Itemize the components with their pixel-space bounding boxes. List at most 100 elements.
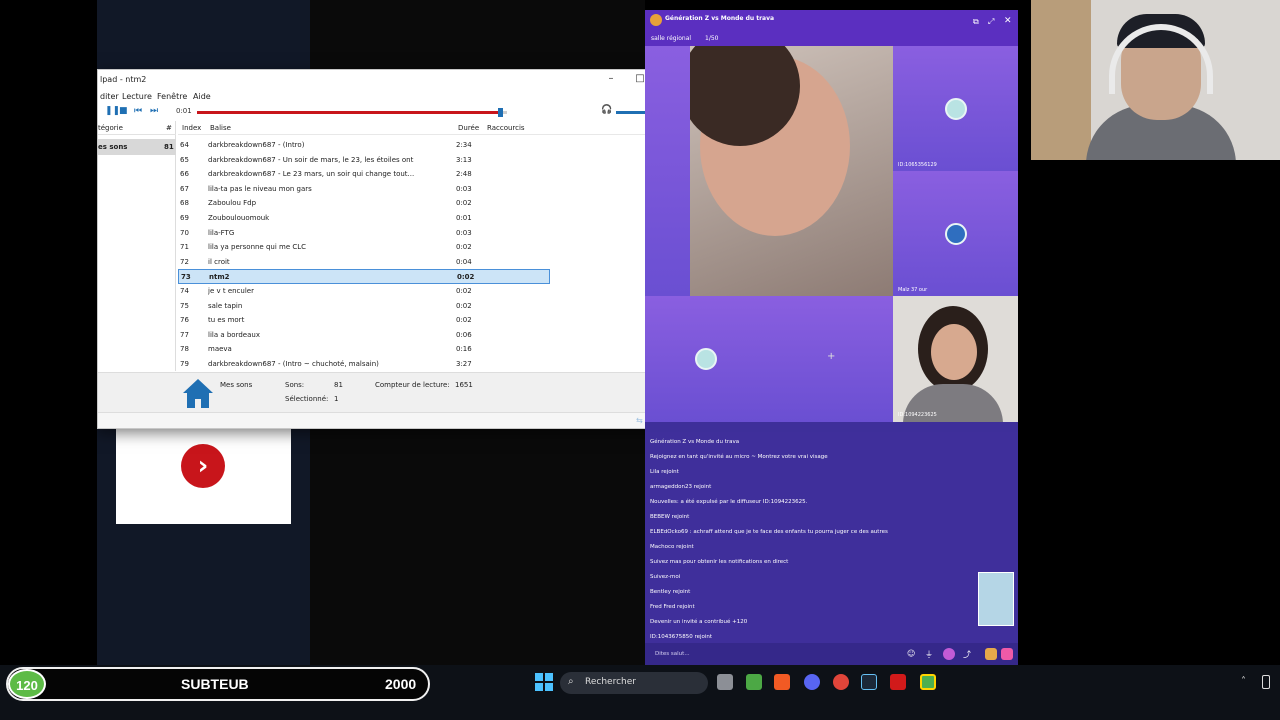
- chat-message: Nouvelles: a été expulsé par le diffuseu…: [650, 499, 808, 505]
- video-tile-main[interactable]: [690, 46, 893, 296]
- list-header: Index Balise Durée Raccourcis: [178, 121, 683, 135]
- gift-icon[interactable]: [943, 648, 955, 660]
- minimize-icon[interactable]: –: [603, 73, 619, 84]
- sounds-value: 81: [334, 381, 343, 389]
- brave-browser-icon[interactable]: [774, 674, 790, 690]
- room-tag[interactable]: salle régional: [651, 35, 691, 42]
- next-icon[interactable]: ⏭: [150, 106, 158, 116]
- video-tile-6[interactable]: ID:1094223625: [893, 296, 1018, 422]
- menu-edit[interactable]: diter: [100, 92, 119, 101]
- table-row[interactable]: 79 darkbreakdown687 - (Intro ~ chuchoté, …: [178, 357, 550, 372]
- row-duration: 2:34: [456, 141, 472, 149]
- stop-icon[interactable]: ■: [119, 106, 128, 116]
- table-row[interactable]: 66 darkbreakdown687 - Le 23 mars, un soir…: [178, 167, 550, 182]
- table-row[interactable]: 75 sale tapin 0:02: [178, 299, 550, 314]
- row-tag: darkbreakdown687 - (Intro): [208, 141, 305, 149]
- category-item-mes-sons[interactable]: es sons 81: [98, 139, 176, 155]
- seek-progress: [197, 111, 501, 114]
- col-duration[interactable]: Durée: [458, 124, 479, 132]
- seek-bar[interactable]: [197, 108, 507, 117]
- gift-box-icon[interactable]: [1001, 648, 1013, 660]
- left-dark-area: [0, 0, 97, 665]
- col-shortcuts[interactable]: Raccourcis: [487, 124, 525, 132]
- row-duration: 0:02: [456, 243, 472, 252]
- category-label: es sons: [98, 143, 128, 151]
- host-avatar[interactable]: [650, 14, 662, 26]
- app-icon[interactable]: [920, 674, 936, 690]
- chrome-icon[interactable]: [833, 674, 849, 690]
- video-tile-4[interactable]: [645, 296, 769, 422]
- chat-message: Suivez-moi: [650, 574, 681, 580]
- chat-message: Fred Fred rejoint: [650, 604, 695, 610]
- row-tag: sale tapin: [208, 301, 243, 310]
- mic-icon[interactable]: ⏚: [925, 649, 933, 660]
- live-top-strip: [645, 0, 1018, 10]
- seek-handle[interactable]: [497, 108, 503, 117]
- task-view-icon[interactable]: [717, 674, 733, 690]
- close-icon[interactable]: ✕: [1004, 16, 1012, 26]
- windows-start-icon[interactable]: [535, 673, 553, 691]
- emoji-icon[interactable]: ☺: [907, 649, 915, 658]
- guest-avatar: [945, 223, 967, 245]
- menu-fenetre[interactable]: Fenêtre: [157, 92, 187, 101]
- chat-message: ELBEdOcko69 : achraff attend que je te f…: [650, 529, 888, 535]
- guest-avatar: [695, 348, 717, 370]
- share-icon[interactable]: ⤴: [963, 649, 971, 660]
- discord-icon[interactable]: [804, 674, 820, 690]
- row-index: 77: [180, 330, 189, 339]
- gift-banner[interactable]: [978, 572, 1014, 626]
- table-row[interactable]: 72 il croit 0:04: [178, 255, 550, 270]
- table-row[interactable]: 73 ntm2 0:02: [178, 269, 550, 284]
- search-label: Rechercher: [585, 677, 636, 687]
- spreadsheet-app-icon[interactable]: [746, 674, 762, 690]
- repeat-icon[interactable]: ⇆: [636, 416, 643, 425]
- steam-icon[interactable]: [861, 674, 877, 690]
- video-tile-empty[interactable]: +: [769, 296, 893, 422]
- chevron-up-icon[interactable]: ˄: [1241, 676, 1246, 687]
- rose-icon[interactable]: [985, 648, 997, 660]
- table-row[interactable]: 64 darkbreakdown687 - (Intro) 2:34: [178, 138, 550, 153]
- menu-bar: diter Lecture Fenêtre Aide: [98, 90, 684, 104]
- table-row[interactable]: 71 lila ya personne qui me CLC 0:02: [178, 240, 550, 255]
- table-row[interactable]: 69 Zouboulouomouk 0:01: [178, 211, 550, 226]
- video-tile-left[interactable]: [645, 46, 690, 296]
- selected-label: Sélectionné:: [285, 395, 329, 403]
- room-count: 1/50: [705, 35, 719, 42]
- battery-icon[interactable]: [1262, 675, 1270, 689]
- table-row[interactable]: 77 lila a bordeaux 0:06: [178, 328, 550, 343]
- fullscreen-icon[interactable]: ⤢: [988, 17, 994, 27]
- row-duration: 0:02: [456, 287, 472, 295]
- row-tag: darkbreakdown687 - (Intro ~ chuchoté, ma…: [208, 360, 379, 368]
- chat-message: Rejoignez en tant qu'invité au micro ~ M…: [650, 454, 828, 460]
- guest-avatar: [945, 98, 967, 120]
- next-arrow-button[interactable]: ›: [181, 444, 225, 488]
- col-tag[interactable]: Balise: [210, 124, 231, 132]
- table-row[interactable]: 74 je v t enculer 0:02: [178, 284, 550, 299]
- youtube-icon[interactable]: [890, 674, 906, 690]
- add-guest-icon[interactable]: +: [827, 351, 835, 362]
- video-tile-2[interactable]: ID:1065356129: [893, 46, 1018, 171]
- table-row[interactable]: 65 darkbreakdown687 - Un soir de mars, le…: [178, 153, 550, 168]
- video-tile-3[interactable]: Maïz 37 our: [893, 171, 1018, 296]
- table-row[interactable]: 76 tu es mort 0:02: [178, 313, 550, 328]
- home-icon[interactable]: [182, 377, 214, 409]
- menu-aide[interactable]: Aide: [193, 92, 211, 101]
- menu-lecture[interactable]: Lecture: [122, 92, 152, 101]
- headphones-icon[interactable]: 🎧: [601, 105, 612, 115]
- col-index[interactable]: Index: [182, 124, 201, 132]
- chat-input[interactable]: Dites salut...: [655, 651, 690, 657]
- table-row[interactable]: 78 maeva 0:16: [178, 342, 550, 357]
- previous-icon[interactable]: ⏮: [134, 106, 142, 116]
- taskbar-search[interactable]: ⌕ Rechercher: [560, 672, 708, 694]
- table-row[interactable]: 68 Zaboulou Fdp 0:02: [178, 196, 550, 211]
- room-title: Génération Z vs Monde du trava: [665, 15, 775, 22]
- row-tag: darkbreakdown687 - Un soir de mars, le 2…: [208, 155, 414, 164]
- pause-icon[interactable]: ❚❚: [105, 106, 120, 116]
- sub-count-badge: 120: [8, 669, 46, 699]
- table-row[interactable]: 67 lila-ta pas le niveau mon gars 0:03: [178, 182, 550, 197]
- chat-message: Lila rejoint: [650, 469, 679, 475]
- table-row[interactable]: 70 lila-FTG 0:03: [178, 226, 550, 241]
- share-icon[interactable]: ⧉: [973, 17, 979, 27]
- chat-message: Machoco rejoint: [650, 544, 694, 550]
- window-titlebar[interactable]: lpad - ntm2 – □ ✕: [98, 70, 684, 90]
